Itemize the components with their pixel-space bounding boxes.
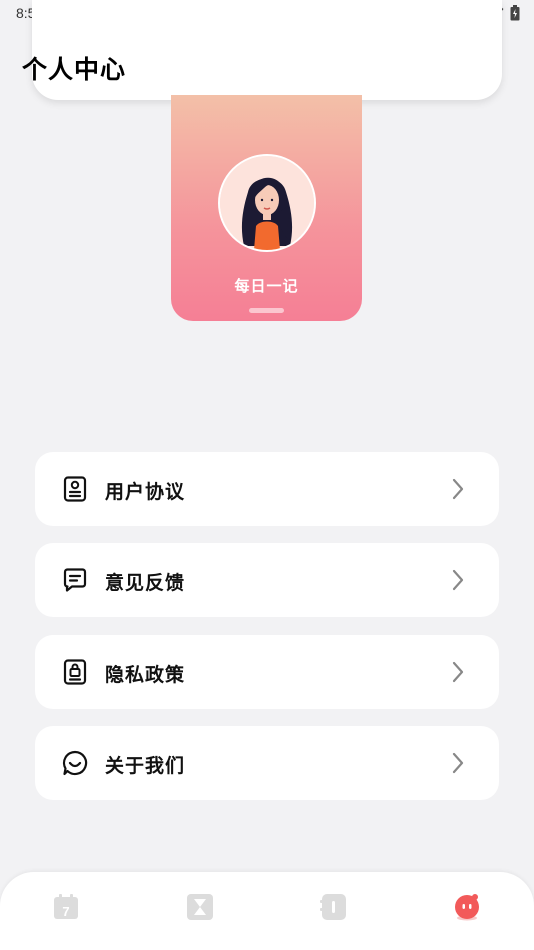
profile-card[interactable]: 每日一记 [171, 95, 362, 321]
privacy-icon [63, 659, 87, 685]
notebook-icon[interactable] [318, 892, 348, 922]
menu-item-label: 隐私政策 [105, 664, 186, 686]
page-title: 个人中心 [22, 55, 127, 84]
bottom-nav: 7 [0, 872, 534, 950]
menu-item-label: 用户协议 [105, 481, 186, 503]
calendar-badge: 7 [62, 904, 69, 919]
menu-item-user-agreement[interactable]: 用户协议 [35, 452, 499, 526]
menu-item-label: 意见反馈 [105, 572, 186, 594]
about-icon [62, 750, 88, 776]
menu-item-feedback[interactable]: 意见反馈 [35, 543, 499, 617]
chevron-right-icon [452, 661, 464, 683]
menu-item-about-us[interactable]: 关于我们 [35, 726, 499, 800]
menu-item-label: 关于我们 [105, 755, 186, 777]
mascot-icon[interactable] [452, 892, 482, 922]
chevron-right-icon [452, 569, 464, 591]
feedback-icon [63, 568, 87, 592]
profile-indicator [249, 308, 284, 313]
menu-item-privacy-policy[interactable]: 隐私政策 [35, 635, 499, 709]
calendar-icon[interactable]: 7 [51, 892, 81, 922]
chevron-right-icon [452, 478, 464, 500]
agreement-icon [63, 476, 87, 502]
profile-name: 每日一记 [234, 277, 299, 295]
battery-icon [510, 5, 520, 21]
chevron-right-icon [452, 752, 464, 774]
hourglass-icon[interactable] [185, 892, 215, 922]
avatar[interactable] [218, 154, 316, 252]
avatar-illustration [220, 156, 314, 250]
